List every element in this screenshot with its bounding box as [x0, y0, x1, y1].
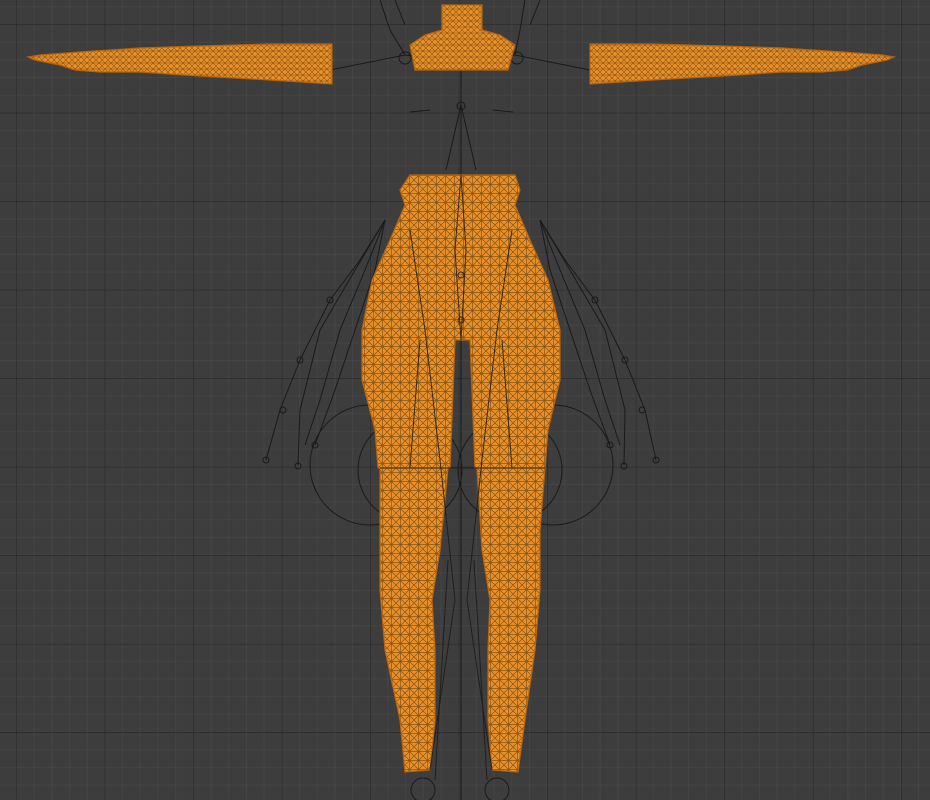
- left-arm-mesh[interactable]: [25, 43, 333, 85]
- 3d-viewport[interactable]: [0, 0, 930, 800]
- right-arm-mesh[interactable]: [589, 43, 897, 85]
- right-leg-mesh[interactable]: [476, 467, 546, 773]
- neck-mesh[interactable]: [409, 4, 516, 71]
- scene-canvas[interactable]: [0, 0, 930, 800]
- armature[interactable]: [262, 0, 660, 800]
